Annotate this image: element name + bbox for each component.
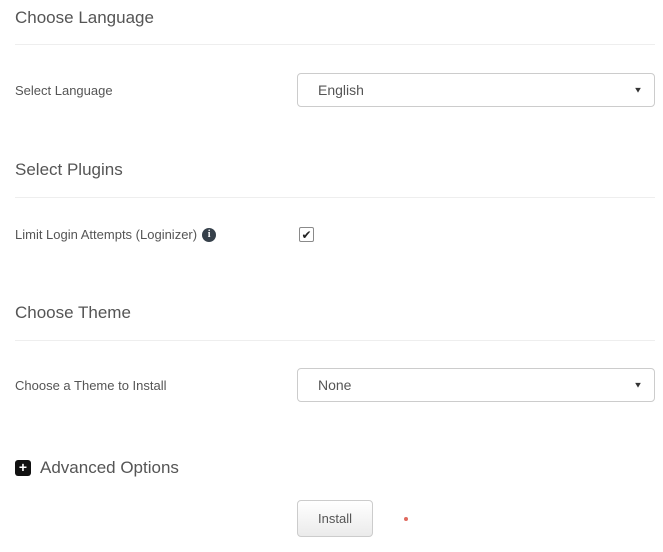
red-dot (404, 516, 408, 521)
loginizer-checkbox[interactable]: ✔ (299, 227, 314, 242)
install-row: Install (15, 500, 655, 537)
section-title-language: Choose Language (15, 8, 154, 27)
chevron-down-icon: ▼ (633, 380, 643, 390)
divider (15, 44, 655, 45)
advanced-options-label: Advanced Options (40, 458, 179, 477)
choose-theme-row: Choose a Theme to Install None ▼ (15, 368, 655, 402)
checkmark-icon: ✔ (301, 227, 312, 242)
plus-square-icon: + (15, 460, 31, 476)
advanced-options-toggle[interactable]: + Advanced Options (15, 458, 655, 478)
loginizer-row: Limit Login Attempts (Loginizer) i ✔ (15, 225, 655, 244)
select-language-row: Select Language English ▼ (15, 73, 655, 107)
theme-dropdown-value: None (318, 377, 352, 393)
theme-dropdown[interactable]: None ▼ (297, 368, 655, 402)
loginizer-label: Limit Login Attempts (Loginizer) (15, 227, 198, 242)
info-icon[interactable]: i (202, 227, 217, 242)
choose-theme-label: Choose a Theme to Install (15, 377, 167, 393)
section-title-plugins: Select Plugins (15, 160, 123, 179)
select-language-label: Select Language (15, 82, 113, 98)
install-button[interactable]: Install (297, 500, 373, 537)
chevron-down-icon: ▼ (633, 85, 643, 95)
divider (15, 340, 655, 341)
divider (15, 197, 655, 198)
install-form: Choose Language Select Language English … (0, 0, 663, 537)
loginizer-label-wrap: Limit Login Attempts (Loginizer) i (15, 227, 297, 242)
language-dropdown-value: English (318, 82, 364, 98)
language-dropdown[interactable]: English ▼ (297, 73, 655, 107)
section-title-theme: Choose Theme (15, 303, 131, 322)
